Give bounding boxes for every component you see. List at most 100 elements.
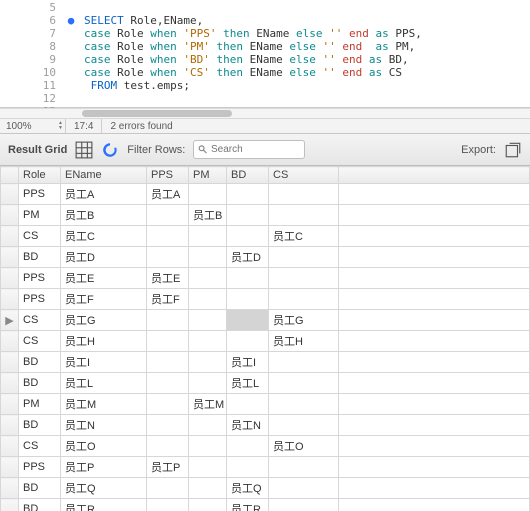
cell-ename[interactable]: 员工M: [61, 394, 147, 415]
cell-bd[interactable]: 员工L: [227, 373, 269, 394]
cell-pps[interactable]: [147, 331, 189, 352]
cell-role[interactable]: BD: [19, 415, 61, 436]
cell-pps[interactable]: [147, 352, 189, 373]
cell-pm[interactable]: [189, 310, 227, 331]
row-selector[interactable]: [1, 436, 19, 457]
cell-pps[interactable]: [147, 499, 189, 511]
cell-ename[interactable]: 员工L: [61, 373, 147, 394]
cell-pm[interactable]: [189, 289, 227, 310]
cell-role[interactable]: PPS: [19, 184, 61, 205]
cell-pps[interactable]: [147, 415, 189, 436]
cell-cs[interactable]: [269, 205, 339, 226]
cell-pps[interactable]: 员工P: [147, 457, 189, 478]
cell-pm[interactable]: [189, 415, 227, 436]
cell-pps[interactable]: [147, 226, 189, 247]
cell-bd[interactable]: [227, 436, 269, 457]
table-row[interactable]: PPS员工A员工A: [1, 184, 530, 205]
cell-role[interactable]: CS: [19, 331, 61, 352]
cell-pm[interactable]: [189, 247, 227, 268]
table-row[interactable]: CS员工C员工C: [1, 226, 530, 247]
cell-cs[interactable]: [269, 247, 339, 268]
table-row[interactable]: BD员工Q员工Q: [1, 478, 530, 499]
cell-bd[interactable]: [227, 394, 269, 415]
cell-cs[interactable]: [269, 499, 339, 511]
cell-cs[interactable]: [269, 394, 339, 415]
row-selector[interactable]: [1, 373, 19, 394]
cell-role[interactable]: PPS: [19, 268, 61, 289]
cell-pps[interactable]: 员工F: [147, 289, 189, 310]
row-selector[interactable]: [1, 247, 19, 268]
table-row[interactable]: BD员工I员工I: [1, 352, 530, 373]
cell-bd[interactable]: 员工Q: [227, 478, 269, 499]
cell-role[interactable]: CS: [19, 310, 61, 331]
row-selector[interactable]: [1, 289, 19, 310]
export-icon[interactable]: [504, 141, 522, 159]
row-selector[interactable]: [1, 478, 19, 499]
table-row[interactable]: PPS员工P员工P: [1, 457, 530, 478]
cell-pps[interactable]: [147, 310, 189, 331]
table-row[interactable]: PM员工M员工M: [1, 394, 530, 415]
scrollbar-thumb[interactable]: [82, 110, 232, 117]
cell-bd[interactable]: 员工R: [227, 499, 269, 511]
cell-pm[interactable]: [189, 184, 227, 205]
code-content[interactable]: SELECT Role,EName,case Role when 'PPS' t…: [80, 0, 530, 107]
cell-ename[interactable]: 员工Q: [61, 478, 147, 499]
cell-bd[interactable]: [227, 268, 269, 289]
grid-view-icon[interactable]: [75, 141, 93, 159]
cell-pm[interactable]: [189, 268, 227, 289]
row-selector[interactable]: [1, 184, 19, 205]
table-row[interactable]: PPS员工E员工E: [1, 268, 530, 289]
cell-ename[interactable]: 员工H: [61, 331, 147, 352]
cell-ename[interactable]: 员工E: [61, 268, 147, 289]
column-header-pps[interactable]: PPS: [147, 167, 189, 184]
cell-pm[interactable]: [189, 352, 227, 373]
cell-pps[interactable]: [147, 247, 189, 268]
result-grid[interactable]: RoleENamePPSPMBDCS PPS员工A员工APM员工B员工BCS员工…: [0, 166, 530, 511]
cell-bd[interactable]: [227, 184, 269, 205]
cell-ename[interactable]: 员工G: [61, 310, 147, 331]
column-header-bd[interactable]: BD: [227, 167, 269, 184]
row-selector[interactable]: [1, 457, 19, 478]
cell-bd[interactable]: 员工N: [227, 415, 269, 436]
cell-role[interactable]: CS: [19, 436, 61, 457]
grid-header-row[interactable]: RoleENamePPSPMBDCS: [1, 167, 530, 184]
row-selector[interactable]: ▶: [1, 310, 19, 331]
cell-ename[interactable]: 员工I: [61, 352, 147, 373]
cell-bd[interactable]: 员工D: [227, 247, 269, 268]
cell-cs[interactable]: [269, 184, 339, 205]
cell-pps[interactable]: 员工A: [147, 184, 189, 205]
cell-cs[interactable]: [269, 373, 339, 394]
cell-pm[interactable]: [189, 436, 227, 457]
column-header-cs[interactable]: CS: [269, 167, 339, 184]
cell-role[interactable]: BD: [19, 499, 61, 511]
cell-bd[interactable]: [227, 457, 269, 478]
zoom-stepper-icon[interactable]: ▲▼: [58, 121, 63, 131]
cell-bd[interactable]: [227, 289, 269, 310]
row-selector[interactable]: [1, 415, 19, 436]
cell-ename[interactable]: 员工R: [61, 499, 147, 511]
cell-ename[interactable]: 员工P: [61, 457, 147, 478]
column-header-role[interactable]: Role: [19, 167, 61, 184]
cell-bd[interactable]: [227, 205, 269, 226]
row-selector[interactable]: [1, 226, 19, 247]
cell-role[interactable]: PPS: [19, 289, 61, 310]
refresh-icon[interactable]: [101, 141, 119, 159]
table-row[interactable]: BD员工D员工D: [1, 247, 530, 268]
cell-pm[interactable]: [189, 478, 227, 499]
table-row[interactable]: BD员工L员工L: [1, 373, 530, 394]
cell-pps[interactable]: [147, 394, 189, 415]
cell-cs[interactable]: [269, 352, 339, 373]
column-header-ename[interactable]: EName: [61, 167, 147, 184]
cell-pm[interactable]: [189, 373, 227, 394]
table-row[interactable]: ▶CS员工G员工G: [1, 310, 530, 331]
column-header-pm[interactable]: PM: [189, 167, 227, 184]
zoom-control[interactable]: 100% ▲▼: [0, 119, 66, 133]
cell-ename[interactable]: 员工O: [61, 436, 147, 457]
cell-role[interactable]: CS: [19, 226, 61, 247]
row-selector[interactable]: [1, 268, 19, 289]
cell-ename[interactable]: 员工F: [61, 289, 147, 310]
cell-role[interactable]: BD: [19, 478, 61, 499]
editor-horizontal-scrollbar[interactable]: [0, 108, 530, 118]
cell-ename[interactable]: 员工N: [61, 415, 147, 436]
cell-cs[interactable]: [269, 268, 339, 289]
